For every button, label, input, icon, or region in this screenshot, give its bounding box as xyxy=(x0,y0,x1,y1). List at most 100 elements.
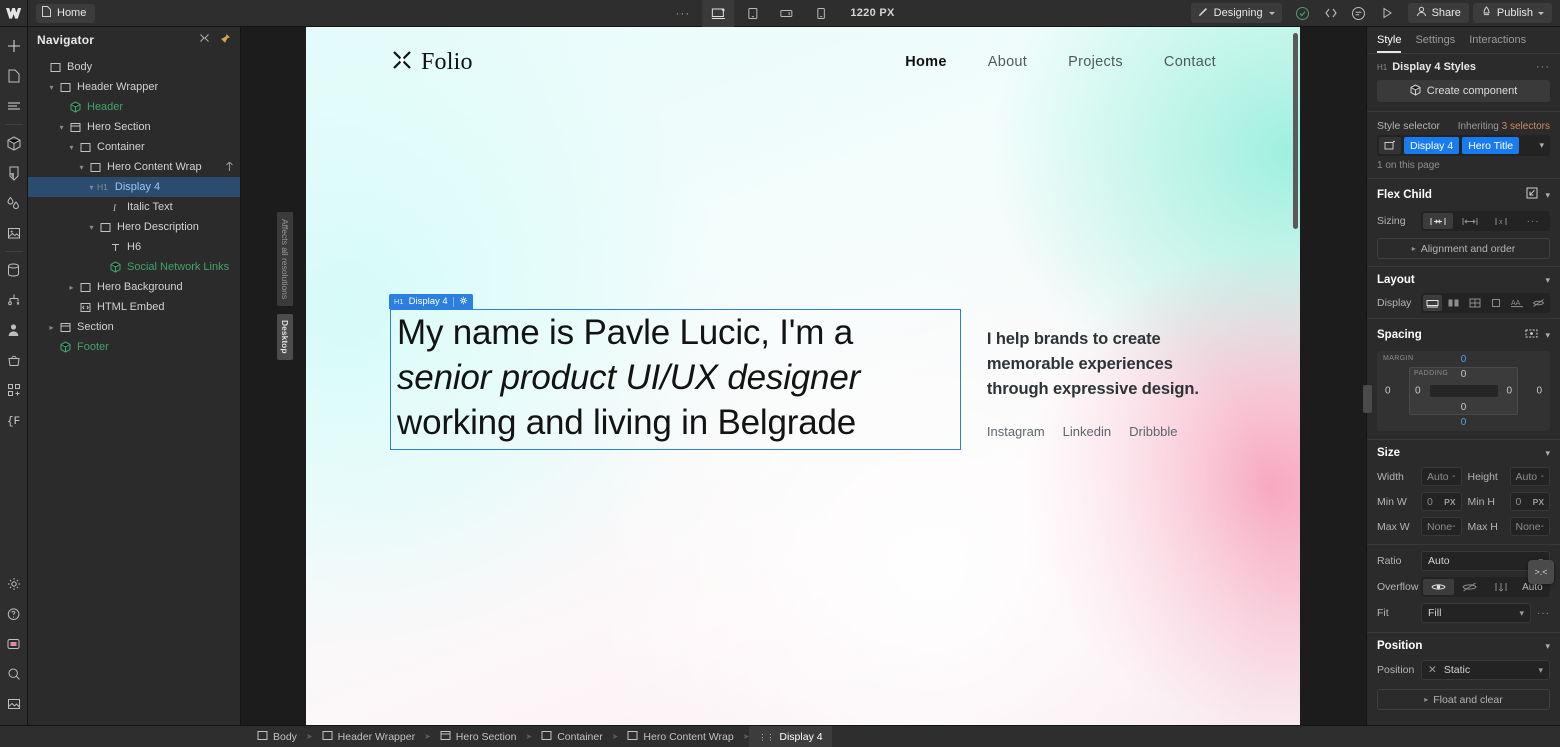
navigator-icon[interactable] xyxy=(0,91,28,121)
breakpoint-desktop[interactable] xyxy=(702,0,735,27)
create-component-button[interactable]: Create component xyxy=(1377,80,1550,102)
help-icon[interactable] xyxy=(0,599,28,629)
comment-icon[interactable] xyxy=(1346,2,1372,24)
badge-settings-icon[interactable] xyxy=(459,296,468,308)
canvas-resize-handle[interactable] xyxy=(1363,385,1372,413)
ecommerce-icon[interactable] xyxy=(0,345,28,375)
variables-icon[interactable] xyxy=(0,188,28,218)
scroll-icon[interactable] xyxy=(1486,579,1517,595)
chevron-right-icon[interactable]: ▸ xyxy=(66,283,77,292)
pages-icon[interactable] xyxy=(0,61,28,91)
padding-top-value[interactable]: 0 xyxy=(1461,369,1467,380)
users-icon[interactable] xyxy=(0,315,28,345)
navigator-item-hero-section[interactable]: ▾ Hero Section xyxy=(28,117,240,137)
margin-left-value[interactable]: 0 xyxy=(1385,386,1391,397)
components-icon[interactable] xyxy=(0,128,28,158)
close-icon[interactable]: ✕ xyxy=(1428,664,1437,676)
site-nav-link-projects[interactable]: Projects xyxy=(1068,54,1123,70)
tab-settings[interactable]: Settings xyxy=(1415,34,1455,53)
settings-gear-icon[interactable] xyxy=(0,569,28,599)
navigator-item-hero-description[interactable]: ▾ Hero Description xyxy=(28,217,240,237)
flex-child-target-icon[interactable] xyxy=(1526,186,1538,204)
margin-right-value[interactable]: 0 xyxy=(1536,386,1542,397)
chevron-down-icon[interactable]: ▾ xyxy=(1539,140,1548,151)
breakpoint-mobile-portrait[interactable] xyxy=(804,0,836,27)
grid-icon[interactable] xyxy=(1465,295,1484,311)
collapse-all-icon[interactable] xyxy=(199,31,210,49)
class-chips-bar[interactable]: Display 4 Hero Title ▾ xyxy=(1377,135,1550,156)
padding-right-value[interactable]: 0 xyxy=(1506,386,1512,397)
padding-box[interactable]: PADDING 0 0 0 0 xyxy=(1409,367,1518,415)
preview-play-icon[interactable] xyxy=(1374,2,1400,24)
block-icon[interactable] xyxy=(1423,295,1443,311)
navigator-item-hero-background[interactable]: ▸ Hero Background xyxy=(28,277,240,297)
min-height-input[interactable]: 0 PX xyxy=(1509,492,1550,511)
breadcrumb-item-display-4[interactable]: ⋮⋮ Display 4 xyxy=(749,725,832,747)
chevron-down-icon[interactable]: ▾ xyxy=(1545,275,1550,286)
chevron-down-icon[interactable]: ▾ xyxy=(86,223,97,232)
display-options[interactable]: AA xyxy=(1421,293,1550,313)
spacing-widget[interactable]: MARGIN 0 0 0 0 PADDING 0 0 0 0 xyxy=(1377,351,1550,431)
inline-block-icon[interactable] xyxy=(1487,295,1506,311)
visible-eye-icon[interactable] xyxy=(1423,579,1455,595)
site-nav-link-contact[interactable]: Contact xyxy=(1164,54,1216,70)
max-width-input[interactable]: None - xyxy=(1421,517,1462,536)
margin-top-value[interactable]: 0 xyxy=(1461,354,1467,365)
breakpoint-more-icon[interactable]: ··· xyxy=(665,7,700,19)
site-preview[interactable]: Folio Home About Projects Contact H1 Displa… xyxy=(306,27,1300,725)
spacing-link-icon[interactable] xyxy=(1525,326,1538,344)
navigator-item-footer[interactable]: Footer xyxy=(28,337,240,357)
pin-panel-icon[interactable] xyxy=(220,31,231,49)
position-select[interactable]: ✕ Static ▾ xyxy=(1421,660,1550,680)
hero-title-selection-box[interactable]: My name is Pavle Lucic, I'm a senior pro… xyxy=(390,309,961,451)
site-nav-link-home[interactable]: Home xyxy=(905,54,947,70)
breakpoint-mobile-landscape[interactable] xyxy=(770,0,802,27)
navigator-item-body[interactable]: Body xyxy=(28,57,240,77)
assets-icon[interactable] xyxy=(0,218,28,248)
chevron-down-icon[interactable]: ▾ xyxy=(1545,641,1550,652)
apps-icon[interactable] xyxy=(0,375,28,405)
more-icon[interactable]: ··· xyxy=(1518,213,1548,229)
breadcrumb-item-container[interactable]: Container xyxy=(532,726,612,747)
alignment-and-order-button[interactable]: ▸ Alignment and order xyxy=(1377,238,1550,259)
code-export-icon[interactable] xyxy=(1318,2,1344,24)
chevron-down-icon[interactable]: ▾ xyxy=(86,183,97,192)
fit-more-icon[interactable]: ··· xyxy=(1537,608,1550,619)
navigator-item-display-4[interactable]: ▾ H1 Display 4 xyxy=(28,177,240,197)
navigator-item-section[interactable]: ▸ Section xyxy=(28,317,240,337)
code-icon[interactable]: {F xyxy=(0,405,28,435)
height-input[interactable]: Auto - xyxy=(1509,467,1550,486)
add-element-icon[interactable] xyxy=(0,31,28,61)
tab-interactions[interactable]: Interactions xyxy=(1469,34,1526,53)
grow-icon[interactable] xyxy=(1455,213,1485,229)
navigator-item-hero-content-wrap[interactable]: ▾ Hero Content Wrap xyxy=(28,157,240,177)
style-manager-icon[interactable] xyxy=(0,158,28,188)
padding-bottom-value[interactable]: 0 xyxy=(1461,402,1467,413)
publish-button[interactable]: Publish xyxy=(1472,3,1552,23)
none-icon[interactable] xyxy=(1529,295,1548,311)
current-page-chip[interactable]: Home xyxy=(36,3,96,23)
chevron-down-icon[interactable]: ▾ xyxy=(1545,330,1550,341)
search-icon[interactable] xyxy=(0,659,28,689)
class-chip-0[interactable]: Display 4 xyxy=(1404,137,1460,154)
chevron-down-icon[interactable]: ▾ xyxy=(1545,448,1550,459)
cms-icon[interactable] xyxy=(0,255,28,285)
navigator-item-social-network-links[interactable]: Social Network Links xyxy=(28,257,240,277)
hidden-eye-icon[interactable] xyxy=(1454,579,1485,595)
style-options-icon[interactable]: ··· xyxy=(1536,61,1550,73)
padding-left-value[interactable]: 0 xyxy=(1415,386,1421,397)
min-width-input[interactable]: 0 PX xyxy=(1421,492,1462,511)
margin-bottom-value[interactable]: 0 xyxy=(1461,417,1467,428)
inline-icon[interactable]: AA xyxy=(1508,295,1527,311)
navigator-item-header-wrapper[interactable]: ▾ Header Wrapper xyxy=(28,77,240,97)
shrink-icon[interactable] xyxy=(1423,213,1453,229)
breadcrumb-item-body[interactable]: Body xyxy=(248,726,306,747)
tab-style[interactable]: Style xyxy=(1377,34,1402,53)
export-image-icon[interactable] xyxy=(0,689,28,719)
social-link-instagram[interactable]: Instagram xyxy=(987,424,1045,439)
element-state-icon[interactable] xyxy=(1379,137,1401,154)
share-button[interactable]: Share xyxy=(1407,3,1469,23)
breadcrumb-item-hero-section[interactable]: Hero Section xyxy=(431,726,526,747)
logic-icon[interactable] xyxy=(0,285,28,315)
audit-check-icon[interactable] xyxy=(1290,2,1316,24)
